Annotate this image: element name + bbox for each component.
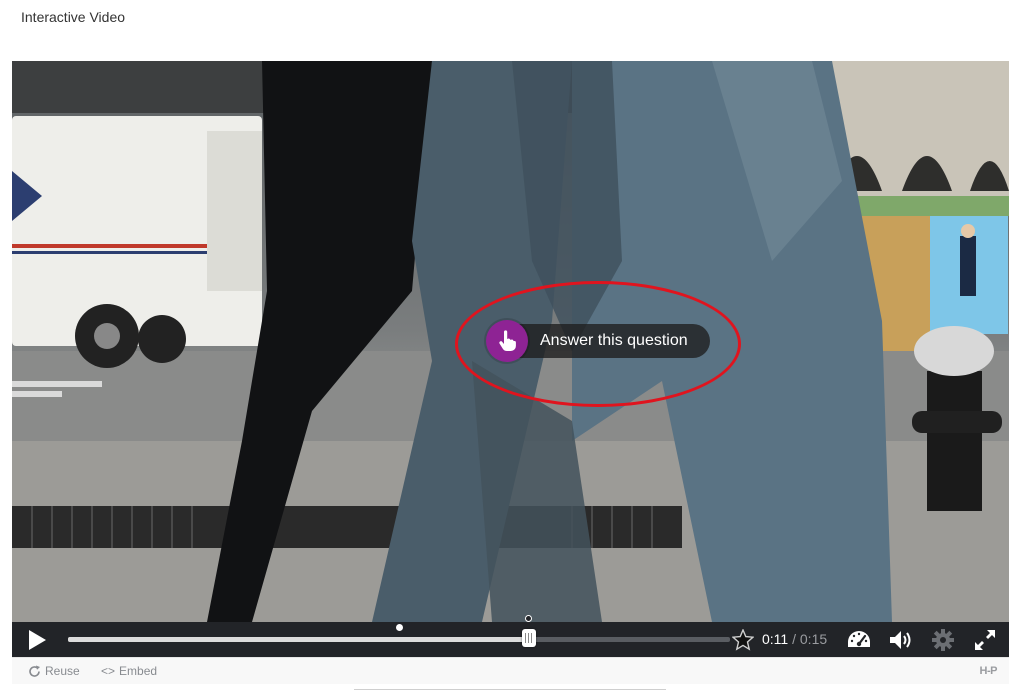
h5p-logo: H-P	[979, 665, 998, 677]
hotspot-label[interactable]: Answer this question	[514, 324, 710, 358]
control-bar: 0:11 / 0:15	[12, 615, 1009, 657]
video-frame[interactable]: Answer this question	[12, 61, 1009, 622]
hand-pointer-icon[interactable]	[486, 320, 528, 362]
fullscreen-icon	[975, 630, 995, 650]
volume-button[interactable]	[888, 628, 914, 652]
playback-speed-button[interactable]	[846, 628, 872, 652]
star-icon	[732, 629, 754, 651]
interaction-marker[interactable]	[396, 624, 403, 631]
progress-bar[interactable]	[68, 615, 730, 647]
divider	[354, 689, 666, 690]
play-icon	[29, 630, 46, 650]
current-time: 0:11	[762, 631, 789, 647]
embed-button[interactable]: <> Embed	[101, 664, 157, 678]
total-time: 0:15	[799, 631, 828, 647]
video-player: Answer this question 0:11 / 0:15	[12, 61, 1009, 657]
time-separator: /	[792, 631, 796, 647]
embed-label: Embed	[119, 664, 158, 678]
page-title: Interactive Video	[21, 9, 126, 25]
play-button[interactable]	[22, 628, 52, 652]
speed-gauge-icon	[848, 631, 870, 647]
playhead-handle[interactable]	[521, 615, 536, 647]
volume-icon	[890, 631, 911, 649]
playhead-marker	[524, 615, 532, 622]
time-display: 0:11 / 0:15	[762, 631, 827, 647]
h5p-footer: Reuse <> Embed H-P	[12, 657, 1009, 684]
reuse-button[interactable]: Reuse	[28, 664, 80, 678]
fullscreen-button[interactable]	[973, 628, 997, 652]
settings-button[interactable]	[931, 628, 955, 652]
reuse-label: Reuse	[45, 664, 80, 678]
interaction-hotspot[interactable]: Answer this question	[486, 319, 710, 363]
reuse-icon	[29, 665, 40, 677]
embed-code-icon: <>	[101, 664, 116, 678]
gear-icon	[932, 629, 954, 651]
progress-fill	[68, 637, 529, 642]
bookmark-star[interactable]	[732, 629, 754, 651]
